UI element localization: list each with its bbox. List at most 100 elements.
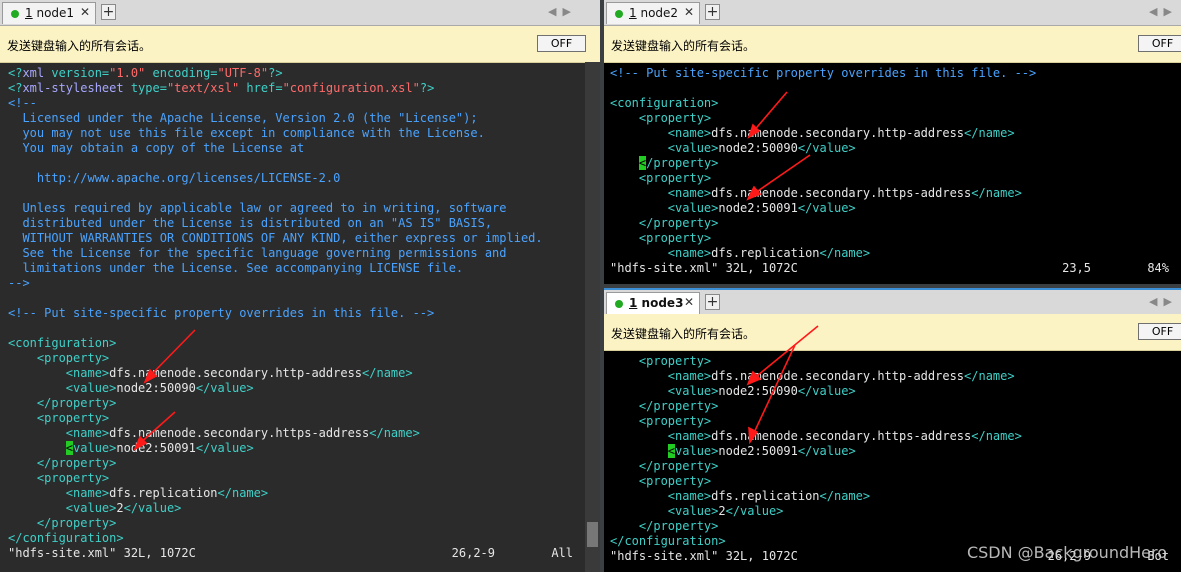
code-token: </name> [964, 369, 1015, 383]
triangle-left-icon[interactable]: ◀ [1149, 5, 1163, 18]
code-token: <!-- [8, 96, 37, 110]
send-key-notification: 发送键盘输入的所有会话。 OFF [0, 26, 600, 63]
code-token: href= [239, 81, 283, 95]
code-token: limitations under the License. See accom… [8, 261, 464, 275]
connected-status-icon [11, 10, 19, 18]
code-token: dfs.namenode.secondary.http-address [109, 366, 363, 380]
code-token: <property> [8, 351, 110, 365]
code-token: dfs.replication [711, 489, 820, 503]
triangle-right-icon[interactable]: ▶ [1163, 5, 1177, 18]
vim-status-line: "hdfs-site.xml" 32L, 1072C 23,5 84% [610, 261, 1181, 276]
tab-bar: 1 node3 ✕ + ◀▶ [604, 288, 1181, 316]
scrollbar[interactable] [585, 62, 600, 572]
code-token: </value> [797, 141, 856, 155]
code-line: </property> [610, 216, 1181, 231]
code-line: <configuration> [8, 336, 585, 351]
off-button[interactable]: OFF [1138, 35, 1181, 52]
vim-status-line: "hdfs-site.xml" 32L, 1072C 26,2-9 All [8, 546, 585, 561]
code-token: </value> [797, 384, 856, 398]
code-line: <name>dfs.namenode.secondary.https-addre… [610, 429, 1181, 444]
plus-icon[interactable]: + [705, 4, 720, 20]
code-token: dfs.replication [109, 486, 218, 500]
scrollbar-thumb[interactable] [587, 522, 598, 547]
vim-editor[interactable]: <?xml version="1.0" encoding="UTF-8"?> <?… [0, 66, 585, 572]
code-line: <value>2</value> [610, 504, 1181, 519]
code-token: <name> [8, 426, 110, 440]
code-token: dfs.namenode.secondary.https-address [109, 426, 370, 440]
code-token: Licensed under the Apache License, Versi… [8, 111, 478, 125]
tab-nav[interactable]: ◀▶ [548, 5, 577, 18]
code-token: <value> [610, 384, 719, 398]
code-token: </name> [964, 126, 1015, 140]
code-token: <property> [8, 411, 110, 425]
tab-bar: 1 node1 ✕ + ◀▶ [0, 0, 600, 26]
code-line: <value>2</value> [8, 501, 585, 516]
code-token: </value> [123, 501, 182, 515]
code-line: </property> [610, 459, 1181, 474]
tab-node2[interactable]: 1 node2 ✕ [606, 2, 700, 24]
code-line: See the License for the specific languag… [8, 246, 585, 261]
code-token: Unless required by applicable law or agr… [8, 201, 507, 215]
tab-node1[interactable]: 1 node1 ✕ [2, 2, 96, 24]
code-line: <?xml version="1.0" encoding="UTF-8"?> [8, 66, 585, 81]
off-button[interactable]: OFF [1138, 323, 1181, 340]
code-token: <name> [610, 489, 712, 503]
code-line: WITHOUT WARRANTIES OR CONDITIONS OF ANY … [8, 231, 585, 246]
code-line: <property> [610, 474, 1181, 489]
close-icon[interactable]: ✕ [684, 5, 694, 19]
code-token: <!-- Put site-specific property override… [610, 66, 1037, 80]
code-token: node2:50090 [718, 141, 798, 155]
close-icon[interactable]: ✕ [80, 5, 90, 19]
code-token: <configuration> [8, 336, 117, 350]
code-token: dfs.namenode.secondary.https-address [711, 429, 972, 443]
vim-editor[interactable]: <!-- Put site-specific property override… [604, 66, 1181, 284]
plus-icon[interactable]: + [101, 4, 116, 20]
terminal-pane-node3: 1 node3 ✕ + ◀▶ 发送键盘输入的所有会话。 OFF <propert… [604, 288, 1181, 572]
code-token: node2:50090 [718, 384, 798, 398]
close-icon[interactable]: ✕ [684, 295, 694, 309]
triangle-left-icon[interactable]: ◀ [1149, 295, 1163, 308]
code-line: <property> [8, 411, 585, 426]
code-token: <property> [8, 471, 110, 485]
code-token: </value> [797, 201, 856, 215]
status-file: "hdfs-site.xml" 32L, 1072C [610, 549, 798, 563]
tab-nav[interactable]: ◀▶ [1149, 5, 1178, 18]
plus-icon[interactable]: + [705, 294, 720, 310]
code-token: <? [8, 81, 23, 95]
connected-status-icon [615, 300, 623, 308]
terminal-pane-node1: 1 node1 ✕ + ◀▶ 发送键盘输入的所有会话。 OFF <?xml ve… [0, 0, 600, 572]
code-line: <property> [610, 111, 1181, 126]
code-token: "1.0" [109, 66, 146, 80]
code-token: </name> [819, 246, 871, 260]
code-token: 2 [718, 504, 726, 518]
code-line: <name>dfs.namenode.secondary.https-addre… [610, 186, 1181, 201]
tab-nav[interactable]: ◀▶ [1149, 295, 1178, 308]
code-line: <name>dfs.namenode.secondary.http-addres… [610, 369, 1181, 384]
code-token: </property> [610, 519, 719, 533]
code-token: See the License for the specific languag… [8, 246, 507, 260]
code-line: <value>node2:50091</value> [610, 201, 1181, 216]
vim-editor[interactable]: <property> <name>dfs.namenode.secondary.… [604, 354, 1181, 572]
code-token: <? [8, 66, 23, 80]
code-token: <property> [610, 474, 712, 488]
code-token: "text/xsl" [166, 81, 240, 95]
code-token: </property> [8, 516, 117, 530]
triangle-left-icon[interactable]: ◀ [548, 5, 562, 18]
triangle-right-icon[interactable]: ▶ [562, 5, 576, 18]
code-token: <property> [610, 231, 712, 245]
code-token: ?> [268, 66, 283, 80]
triangle-right-icon[interactable]: ▶ [1163, 295, 1177, 308]
code-token: "configuration.xsl" [282, 81, 420, 95]
code-line: you may not use this file except in comp… [8, 126, 585, 141]
tab-node3[interactable]: 1 node3 ✕ [606, 292, 700, 314]
off-button[interactable]: OFF [537, 35, 586, 52]
code-token: <property> [610, 171, 712, 185]
code-token: </value> [797, 444, 856, 458]
code-token: </property> [610, 459, 719, 473]
code-line: <property> [8, 471, 585, 486]
status-position: 23,5 [1062, 261, 1091, 275]
connected-status-icon [615, 10, 623, 18]
